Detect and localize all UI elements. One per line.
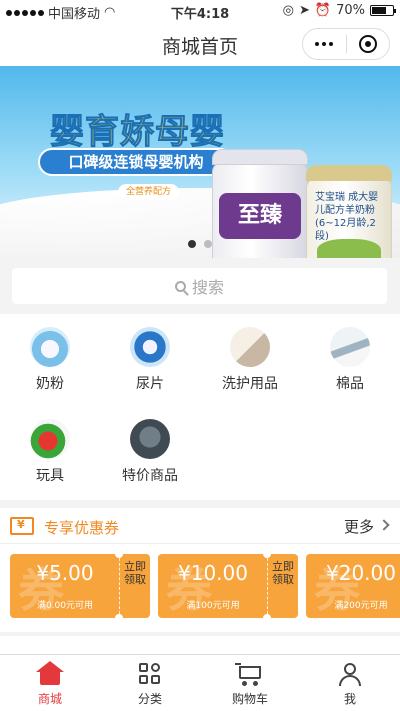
- battery-percent: 70%: [336, 3, 365, 18]
- banner-tag: 全营养配方: [118, 184, 180, 200]
- search-icon: [174, 280, 186, 292]
- category-item-wash-care[interactable]: 洗护用品: [200, 314, 300, 394]
- coupon-notch: [115, 554, 123, 558]
- carousel-dot-2[interactable]: [204, 240, 212, 248]
- coupon-card[interactable]: 券 ¥20.00 满200元可用 立即领取: [306, 554, 400, 618]
- claim-coupon-button[interactable]: 立即领取: [121, 560, 149, 586]
- can-lid: [306, 165, 392, 181]
- more-button[interactable]: [303, 29, 346, 59]
- cart-icon: [235, 661, 264, 687]
- tab-bar: 商城 分类 购物车 我: [0, 654, 400, 711]
- coupon-notch: [263, 554, 271, 558]
- banner-headline: 婴育娇母婴: [50, 112, 225, 153]
- user-icon: [336, 661, 364, 687]
- close-mini-program-button[interactable]: [347, 29, 390, 59]
- toy-icon: [30, 419, 70, 459]
- carousel-indicators: [0, 240, 400, 248]
- category-item-milk-powder[interactable]: 奶粉: [0, 314, 100, 394]
- mini-program-capsule: [302, 28, 390, 60]
- carousel-dot-1[interactable]: [188, 240, 196, 248]
- search-placeholder: 搜索: [191, 278, 224, 297]
- coupon-section-title: 专享优惠券: [44, 519, 120, 537]
- lock-rotation-icon: ◎: [282, 3, 294, 18]
- coupon-divider: [119, 558, 120, 614]
- target-icon: [358, 35, 377, 53]
- product2-text: 艾宝瑞 成大婴儿配方羊奶粉 (6~12月龄,2段): [315, 192, 379, 242]
- milk-powder-icon: [30, 327, 70, 367]
- product1-brand: 至臻: [219, 193, 301, 239]
- tab-cart[interactable]: 购物车: [200, 655, 300, 711]
- coupon-amount: ¥10.00: [178, 561, 248, 585]
- location-icon: ➤: [299, 3, 310, 18]
- banner-subline: 口碑级连锁母婴机构: [38, 148, 234, 176]
- coupon-divider: [267, 558, 268, 614]
- category-label: 奶粉: [36, 376, 64, 392]
- diaper-icon: [130, 327, 170, 367]
- category-label: 尿片: [136, 376, 164, 392]
- chevron-right-icon[interactable]: [378, 519, 390, 531]
- search-section: 搜索: [0, 258, 400, 314]
- category-item-diapers[interactable]: 尿片: [100, 314, 200, 394]
- tab-category[interactable]: 分类: [100, 655, 200, 711]
- category-label: 特价商品: [122, 468, 178, 484]
- more-dots-icon: [315, 42, 334, 46]
- category-label: 棉品: [336, 376, 364, 392]
- tab-label: 购物车: [231, 692, 268, 706]
- category-item-cotton[interactable]: 棉品: [300, 314, 400, 394]
- search-input[interactable]: 搜索: [12, 268, 387, 304]
- next-section-peek: [0, 636, 400, 654]
- navigation-bar: 商城首页: [0, 22, 400, 66]
- category-item-special-offers[interactable]: 特价商品: [100, 406, 200, 486]
- coupon-section: 专享优惠券 更多 券 ¥5.00 满0.00元可用 立即领取 券 ¥10.00 …: [0, 508, 400, 632]
- coupon-amount: ¥20.00: [326, 561, 396, 585]
- category-grid: 奶粉 尿片 洗护用品 棉品 玩具 特价商品: [0, 314, 400, 500]
- category-label: 玩具: [36, 468, 64, 484]
- coupon-condition: 满0.00元可用: [36, 601, 94, 611]
- coupon-card[interactable]: 券 ¥5.00 满0.00元可用 立即领取: [10, 554, 150, 618]
- category-grid-icon: [136, 661, 164, 687]
- coupon-condition: 满100元可用: [186, 601, 240, 611]
- category-item-toys[interactable]: 玩具: [0, 406, 100, 486]
- more-coupons-link[interactable]: 更多: [344, 516, 374, 537]
- can-lid: [212, 149, 308, 165]
- tab-label: 分类: [137, 692, 162, 706]
- status-right: ◎ ➤ ⏰ 70%: [282, 3, 396, 18]
- coupon-header: 专享优惠券 更多: [0, 508, 400, 544]
- special-offer-icon: [130, 419, 170, 459]
- coupon-list[interactable]: 券 ¥5.00 满0.00元可用 立即领取 券 ¥10.00 满100元可用 立…: [10, 554, 400, 624]
- tab-label: 我: [343, 692, 356, 706]
- battery-icon: [370, 5, 396, 16]
- coupon-condition: 满200元可用: [334, 601, 388, 611]
- alarm-icon: ⏰: [314, 3, 332, 18]
- wash-care-icon: [230, 327, 270, 367]
- coupon-notch: [115, 614, 123, 618]
- cotton-icon: [330, 327, 370, 367]
- coupon-card[interactable]: 券 ¥10.00 满100元可用 立即领取: [158, 554, 298, 618]
- category-label: 洗护用品: [222, 376, 278, 392]
- coupon-amount: ¥5.00: [36, 561, 94, 585]
- tab-mall[interactable]: 商城: [0, 655, 100, 711]
- status-bar: 中国移动 ◠ 下午4:18 ◎ ➤ ⏰ 70%: [0, 0, 400, 22]
- coupon-ticket-icon: [10, 517, 34, 535]
- tab-label: 商城: [37, 692, 62, 706]
- coupon-notch: [263, 614, 271, 618]
- home-icon: [36, 661, 64, 687]
- tab-me[interactable]: 我: [300, 655, 400, 711]
- banner-carousel[interactable]: 婴育娇母婴 口碑级连锁母婴机构 全营养配方 至臻 艾宝瑞 成大婴儿配方羊奶粉 (…: [0, 66, 400, 258]
- claim-coupon-button[interactable]: 立即领取: [269, 560, 297, 586]
